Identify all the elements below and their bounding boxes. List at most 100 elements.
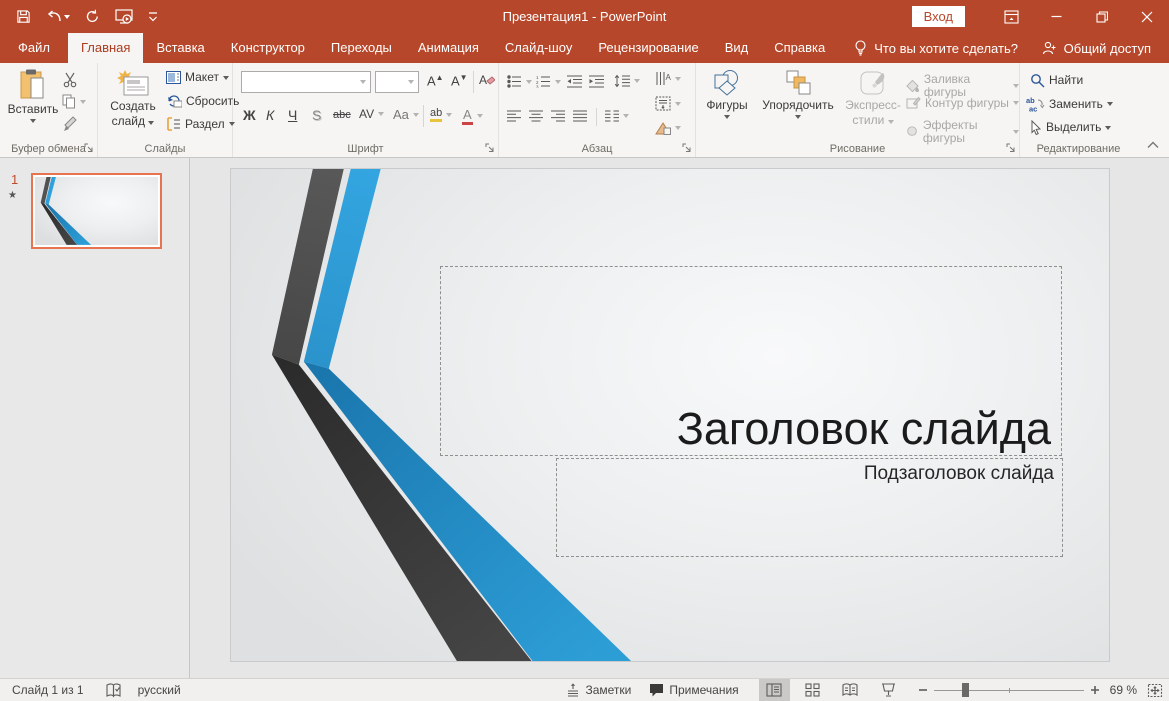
slide-editor[interactable]: Заголовок слайда Подзаголовок слайда — [230, 168, 1110, 662]
section-button[interactable]: Раздел — [166, 117, 235, 131]
view-normal-button[interactable] — [759, 679, 790, 701]
font-dialog-launcher[interactable] — [485, 143, 495, 153]
view-reading-button[interactable] — [835, 679, 866, 701]
arrange-button[interactable]: Упорядочить — [754, 69, 842, 119]
find-button[interactable]: Найти — [1030, 73, 1083, 88]
slide-title-text[interactable]: Заголовок слайда — [677, 403, 1051, 455]
font-size-input[interactable] — [376, 75, 404, 89]
title-placeholder[interactable]: Заголовок слайда — [440, 266, 1062, 456]
select-button[interactable]: Выделить — [1030, 120, 1111, 135]
close-icon[interactable] — [1124, 0, 1169, 33]
line-spacing-button[interactable] — [614, 74, 640, 88]
view-sorter-button[interactable] — [797, 679, 828, 701]
text-shadow-button[interactable]: S — [312, 107, 321, 123]
align-left-icon[interactable] — [507, 110, 521, 122]
tab-review[interactable]: Рецензирование — [585, 33, 711, 63]
collapse-ribbon-icon[interactable] — [1147, 141, 1159, 149]
underline-button[interactable]: Ч — [288, 107, 297, 123]
italic-button[interactable]: К — [266, 107, 274, 123]
zoom-slider-handle[interactable] — [962, 683, 969, 697]
subtitle-placeholder[interactable]: Подзаголовок слайда — [556, 458, 1063, 557]
columns-button[interactable] — [605, 110, 629, 122]
reset-button[interactable]: Сбросить — [166, 94, 239, 108]
zoom-level[interactable]: 69 % — [1110, 683, 1137, 697]
font-name-input[interactable] — [242, 75, 356, 89]
language-indicator[interactable]: русский — [138, 683, 181, 697]
align-text-button[interactable] — [655, 96, 681, 111]
ribbon-display-options-icon[interactable] — [989, 0, 1034, 33]
grow-font-button[interactable]: A▲ — [427, 73, 444, 88]
tab-animations[interactable]: Анимация — [405, 33, 492, 63]
paragraph-dialog-launcher[interactable] — [682, 143, 692, 153]
thumbnail-slide-image — [35, 177, 158, 245]
font-color-button[interactable]: A — [462, 107, 483, 125]
spellcheck-icon[interactable] — [106, 683, 122, 698]
save-icon[interactable] — [16, 9, 31, 24]
align-center-icon[interactable] — [529, 110, 543, 122]
undo-dropdown-caret[interactable] — [64, 15, 70, 19]
clipboard-dialog-launcher[interactable] — [84, 143, 94, 153]
tab-home[interactable]: Главная — [68, 33, 143, 63]
comments-toggle[interactable]: Примечания — [649, 683, 738, 697]
tab-slideshow[interactable]: Слайд-шоу — [492, 33, 585, 63]
tab-file[interactable]: Файл — [0, 33, 68, 63]
increase-indent-icon[interactable] — [589, 75, 604, 88]
columns-caret — [623, 114, 629, 118]
align-right-icon[interactable] — [551, 110, 565, 122]
justify-icon[interactable] — [573, 110, 587, 122]
slide-counter[interactable]: Слайд 1 из 1 — [12, 683, 84, 697]
fit-window-icon[interactable] — [1147, 683, 1163, 698]
shapes-button[interactable]: Фигуры — [702, 69, 752, 119]
clear-formatting-button[interactable]: A — [479, 72, 495, 88]
notes-toggle[interactable]: Заметки — [566, 683, 631, 697]
zoom-out-icon[interactable] — [918, 685, 928, 695]
shape-outline-button[interactable]: Контур фигуры — [906, 96, 1019, 110]
customize-qat-icon[interactable] — [148, 11, 158, 23]
cut-icon[interactable] — [63, 72, 79, 88]
slide-thumbnail[interactable] — [31, 173, 162, 249]
bold-button[interactable]: Ж — [243, 107, 256, 123]
redo-icon[interactable] — [85, 9, 100, 24]
new-slide-button[interactable]: Создать слайд — [104, 68, 162, 128]
minimize-icon[interactable] — [1034, 0, 1079, 33]
tab-transitions[interactable]: Переходы — [318, 33, 405, 63]
copy-button[interactable] — [62, 94, 86, 109]
tell-me-box[interactable]: Что вы хотите сделать? — [854, 33, 1018, 63]
tab-help[interactable]: Справка — [761, 33, 838, 63]
zoom-slider[interactable] — [934, 679, 1084, 701]
layout-button[interactable]: Макет — [166, 71, 229, 84]
zoom-in-icon[interactable] — [1090, 685, 1100, 695]
font-size-combo[interactable] — [375, 71, 419, 93]
slide-subtitle-text[interactable]: Подзаголовок слайда — [864, 463, 1054, 485]
tab-view[interactable]: Вид — [712, 33, 762, 63]
font-name-caret[interactable] — [356, 72, 370, 92]
decrease-indent-icon[interactable] — [567, 75, 582, 88]
numbering-button[interactable]: 123 — [536, 75, 561, 88]
transition-star-icon[interactable]: ★ — [8, 190, 17, 201]
character-spacing-button[interactable]: AV — [359, 107, 384, 121]
shape-effects-button[interactable]: Эффекты фигуры — [906, 119, 1019, 145]
signin-button[interactable]: Вход — [912, 6, 965, 27]
drawing-dialog-launcher[interactable] — [1006, 143, 1016, 153]
format-painter-icon[interactable] — [63, 116, 78, 132]
undo-icon[interactable] — [46, 10, 70, 24]
shape-fill-caret — [1013, 84, 1019, 88]
shrink-font-button[interactable]: A▼ — [451, 73, 468, 88]
strikethrough-button[interactable]: abc — [333, 109, 351, 121]
bullets-button[interactable] — [507, 75, 532, 88]
start-slideshow-icon[interactable] — [115, 9, 133, 24]
share-button[interactable]: Общий доступ — [1042, 33, 1169, 63]
paste-button[interactable]: Вставить — [8, 69, 58, 123]
tab-design[interactable]: Конструктор — [218, 33, 318, 63]
text-direction-button[interactable]: A — [655, 71, 681, 86]
quick-styles-button[interactable]: Экспресс- стили — [844, 69, 902, 127]
font-size-caret[interactable] — [404, 72, 418, 92]
replace-button[interactable]: abac Заменить — [1026, 96, 1113, 112]
restore-icon[interactable] — [1079, 0, 1124, 33]
view-slideshow-button[interactable] — [873, 679, 904, 701]
change-case-button[interactable]: Aa — [393, 107, 419, 122]
highlight-color-button[interactable]: ab — [430, 107, 452, 122]
font-name-combo[interactable] — [241, 71, 371, 93]
convert-smartart-button[interactable] — [655, 121, 681, 135]
tab-insert[interactable]: Вставка — [143, 33, 217, 63]
